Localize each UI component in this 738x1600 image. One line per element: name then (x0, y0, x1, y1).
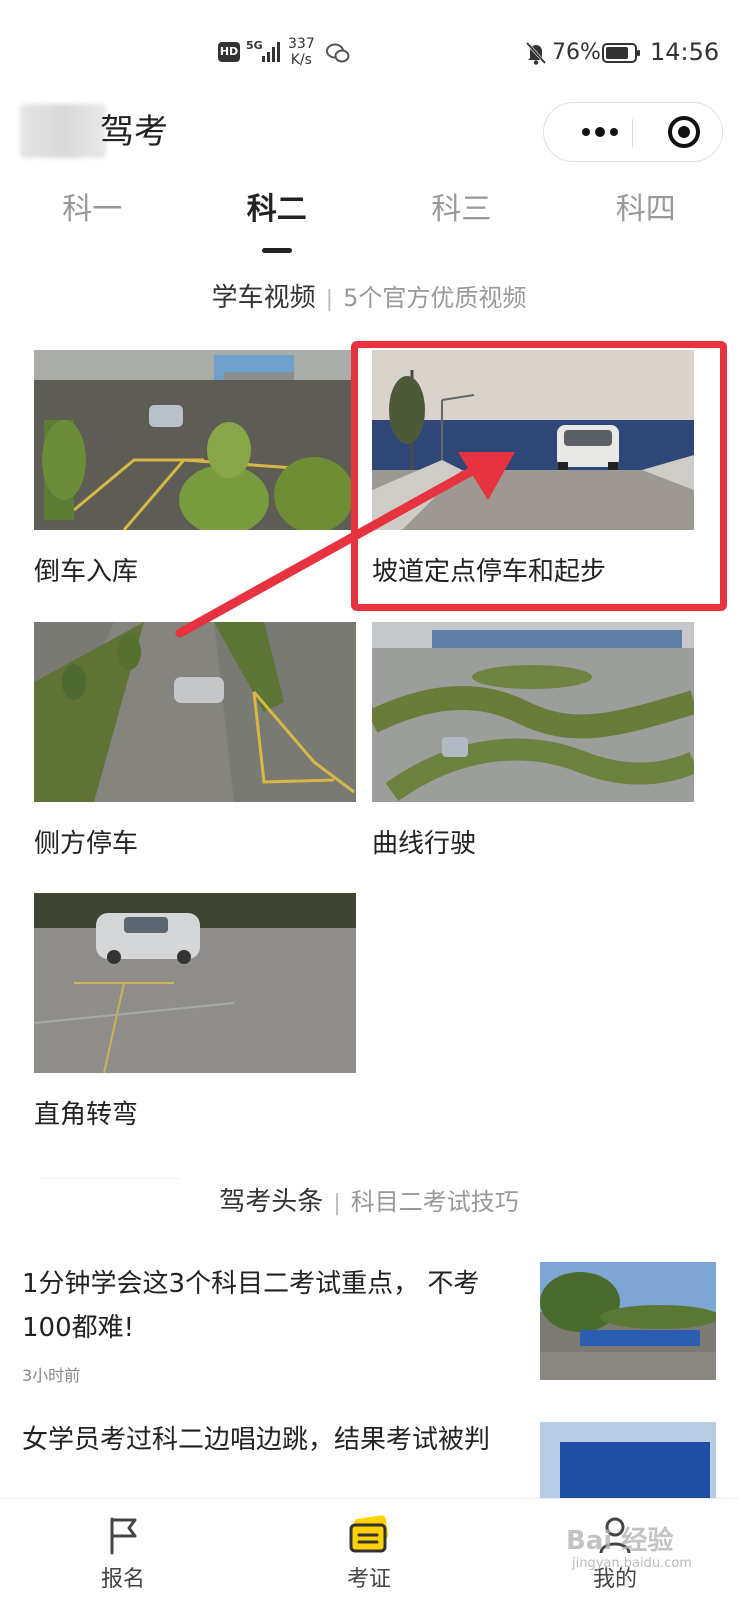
subject-tabs: 科一 科二 科三 科四 (0, 180, 738, 260)
video-label: 倒车入库 (34, 557, 139, 587)
speed-unit: K/s (290, 52, 312, 68)
capsule-divider (632, 119, 633, 147)
video-section-heading: 学车视频 | 5个官方优质视频 (0, 280, 738, 318)
close-mini-program-icon[interactable] (654, 103, 714, 161)
video-thumbnail (34, 350, 356, 535)
video-card-side-parking[interactable]: 侧方停车 (34, 622, 356, 862)
blurred-app-name (20, 104, 106, 158)
tab-subject-1[interactable]: 科一 (0, 180, 185, 260)
clock: 14:56 (650, 38, 720, 66)
video-thumbnail (34, 622, 356, 802)
section-divider (40, 1178, 180, 1179)
video-label: 曲线行驶 (372, 829, 477, 859)
section-separator: | (333, 1191, 341, 1216)
video-thumbnail (372, 350, 694, 530)
app-page: HD 5G 337 K/s 76% 14:56 驾考 科一 科二 科三 科四 学… (0, 0, 738, 1600)
baidu-watermark: Bai 经验 (566, 1526, 674, 1556)
signal-icon (262, 42, 280, 62)
video-card-curve-driving[interactable]: 曲线行驶 (366, 622, 699, 862)
nav-label: 报名 (100, 1567, 145, 1592)
battery-percent: 76% (552, 40, 601, 65)
news-section-heading: 驾考头条 | 科目二考试技巧 (0, 1184, 738, 1222)
video-card-reverse-parking[interactable]: 倒车入库 (34, 350, 356, 590)
mute-bell-icon (525, 41, 547, 65)
video-label: 侧方停车 (34, 829, 139, 859)
hd-badge: HD (218, 42, 240, 62)
section-separator: | (325, 287, 334, 312)
battery-icon (602, 43, 640, 63)
tab-subject-4[interactable]: 科四 (554, 180, 738, 260)
news-thumbnail (540, 1422, 716, 1498)
status-bar: HD 5G 337 K/s 76% 14:56 (0, 0, 738, 100)
video-card-slope-parking[interactable]: 坡道定点停车和起步 (372, 350, 694, 590)
network-speed: 337 K/s (288, 36, 315, 68)
video-label: 直角转弯 (34, 1100, 139, 1130)
page-title: 驾考 (100, 112, 168, 152)
tab-subject-3[interactable]: 科三 (369, 180, 554, 260)
flag-icon (110, 1517, 137, 1555)
tab-subject-2[interactable]: 科二 (185, 180, 370, 260)
section-subtitle: 5个官方优质视频 (343, 284, 527, 312)
news-item[interactable]: 1分钟学会这3个科目二考试重点， 不考100都难! 3小时前 (22, 1262, 716, 1392)
mini-program-capsule (543, 102, 723, 162)
news-title: 女学员考过科二边唱边跳，结果考试被判 (22, 1425, 491, 1455)
video-card-right-angle-turn[interactable]: 直角转弯 (33, 893, 356, 1133)
wechat-icon (326, 43, 350, 63)
section-subtitle: 科目二考试技巧 (350, 1188, 519, 1216)
section-title: 学车视频 (211, 283, 316, 313)
news-time: 3小时前 (22, 1366, 81, 1385)
nav-item-signup[interactable]: 报名 (0, 1499, 246, 1600)
video-thumbnail (366, 622, 699, 802)
license-card-icon (349, 1515, 388, 1553)
speed-value: 337 (288, 36, 315, 52)
baidu-watermark-url: jingyan.baidu.com (572, 1556, 692, 1571)
dot-icon (595, 127, 605, 137)
news-title: 1分钟学会这3个科目二考试重点， 不考100都难! (22, 1269, 480, 1343)
news-item[interactable]: 女学员考过科二边唱边跳，结果考试被判 (22, 1418, 716, 1498)
dot-icon (610, 128, 618, 136)
news-thumbnail (540, 1262, 716, 1380)
dot-icon (582, 128, 590, 136)
nav-item-license[interactable]: 考证 (246, 1499, 492, 1600)
video-label: 坡道定点停车和起步 (372, 557, 607, 587)
video-thumbnail (33, 893, 356, 1074)
section-title: 驾考头条 (219, 1187, 324, 1217)
more-options-button[interactable] (564, 103, 634, 161)
nav-label: 考证 (346, 1567, 391, 1592)
